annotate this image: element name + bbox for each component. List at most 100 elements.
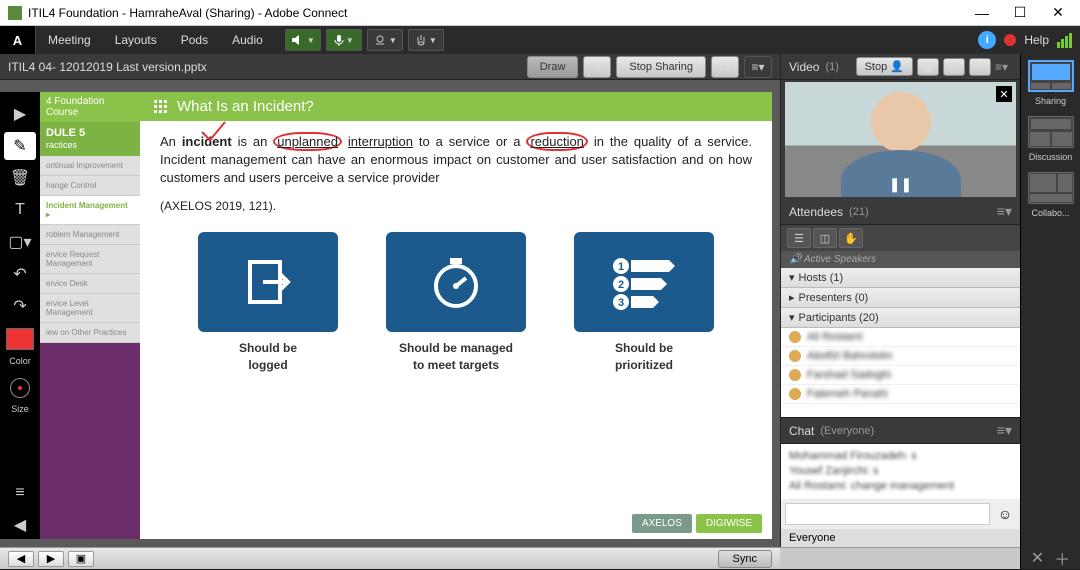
- chat-tab-everyone[interactable]: Everyone: [781, 529, 1020, 547]
- help-menu[interactable]: Help: [1024, 33, 1049, 47]
- color-label: Color: [9, 356, 31, 366]
- window-title: ITIL4 Foundation - HamraheAval (Sharing)…: [28, 6, 347, 20]
- layers-icon[interactable]: ≡: [4, 479, 36, 507]
- video-frame: ✕ ❚❚: [785, 82, 1016, 197]
- layout-collaboration[interactable]: [1028, 172, 1074, 204]
- participant-row[interactable]: Farshad Sadoghi: [781, 366, 1020, 385]
- layout-sharing[interactable]: [1028, 60, 1074, 92]
- app-icon: [8, 6, 22, 20]
- participants-section[interactable]: ▾ Participants (20): [781, 308, 1020, 328]
- module-item[interactable]: roblem Management: [40, 225, 140, 245]
- menu-pods[interactable]: Pods: [169, 33, 220, 47]
- next-slide-button[interactable]: ▶: [38, 551, 64, 567]
- course-badge: 4 Foundation Course: [40, 92, 140, 122]
- digiwise-badge: DIGIWISE: [696, 514, 762, 533]
- close-layout-icon[interactable]: ✕: [1031, 548, 1044, 568]
- minimize-button[interactable]: —: [968, 4, 996, 22]
- module-item[interactable]: iew on Other Practices: [40, 323, 140, 343]
- fullscreen-icon[interactable]: ⛶: [711, 56, 739, 78]
- attendee-view-icon[interactable]: ☰: [787, 228, 811, 248]
- axelos-badge: AXELOS: [632, 514, 692, 533]
- marker-tool[interactable]: ✎: [4, 132, 36, 160]
- participant-row[interactable]: Abolfzl Bahrololm: [781, 347, 1020, 366]
- participant-row[interactable]: Ali Rostami: [781, 328, 1020, 347]
- video-options-icon[interactable]: ≡▾: [995, 60, 1008, 74]
- chat-options-icon[interactable]: ≡▾: [997, 422, 1012, 439]
- speaker-icon[interactable]: ▼: [285, 29, 321, 51]
- text-tool[interactable]: T: [4, 196, 36, 224]
- fullscreen-video-icon[interactable]: ⛶: [969, 58, 991, 76]
- layout-discussion[interactable]: [1028, 116, 1074, 148]
- attendee-breakout-icon[interactable]: ◫: [813, 228, 837, 248]
- collapse-icon[interactable]: ◀: [4, 511, 36, 539]
- microphone-icon[interactable]: ▼: [326, 29, 362, 51]
- adobe-logo[interactable]: A: [0, 26, 36, 54]
- pointer-tool-icon[interactable]: ↖: [583, 56, 611, 78]
- chat-scope: (Everyone): [820, 425, 874, 437]
- emoji-icon[interactable]: ☺: [994, 503, 1016, 525]
- user-icon: [789, 350, 801, 362]
- shape-tool[interactable]: ▢▾: [4, 228, 36, 256]
- menu-meeting[interactable]: Meeting: [36, 33, 103, 47]
- slide-title-bar: What Is an Incident?: [140, 92, 772, 121]
- grid-view-icon[interactable]: ▦: [917, 58, 939, 76]
- connection-signal-icon: [1057, 33, 1072, 48]
- user-icon: [789, 369, 801, 381]
- pod-options-icon[interactable]: ≡▾: [744, 56, 772, 78]
- attendees-label: Attendees: [789, 205, 843, 219]
- undo-tool[interactable]: ↶: [4, 260, 36, 288]
- delete-tool[interactable]: 🗑: [4, 164, 36, 192]
- active-speakers: 🔊 Active Speakers: [781, 251, 1020, 268]
- maximize-button[interactable]: ☐: [1006, 4, 1034, 22]
- layout-sharing-label: Sharing: [1035, 96, 1066, 106]
- video-count: (1): [825, 61, 838, 73]
- layout-discussion-label: Discussion: [1029, 152, 1073, 162]
- attendee-status-icon[interactable]: ✋: [839, 228, 863, 248]
- draw-button[interactable]: Draw: [527, 56, 579, 78]
- webcam-icon[interactable]: ▼: [367, 29, 403, 51]
- slide-list-icon[interactable]: ▣: [68, 551, 94, 567]
- svg-text:3: 3: [618, 297, 624, 309]
- stop-video-button[interactable]: Stop 👤: [856, 57, 913, 76]
- module-item-active[interactable]: Incident Management ▸: [40, 196, 140, 225]
- pause-icon[interactable]: ❚❚: [889, 176, 912, 193]
- presenters-section[interactable]: ▸ Presenters (0): [781, 288, 1020, 308]
- close-video-button[interactable]: ✕: [996, 86, 1012, 102]
- presenter-video: [871, 92, 931, 152]
- record-icon[interactable]: [1004, 34, 1016, 46]
- stop-sharing-button[interactable]: Stop Sharing: [616, 56, 706, 78]
- module-item[interactable]: ervice Request Management: [40, 245, 140, 274]
- module-item[interactable]: ontinual Improvement: [40, 156, 140, 176]
- module-item[interactable]: ervice Desk: [40, 274, 140, 294]
- redo-tool[interactable]: ↷: [4, 292, 36, 320]
- info-icon[interactable]: i: [978, 31, 996, 49]
- menu-audio[interactable]: Audio: [220, 33, 275, 47]
- sync-button[interactable]: Sync: [718, 550, 772, 568]
- attendees-options-icon[interactable]: ≡▾: [997, 203, 1012, 220]
- hosts-section[interactable]: ▾ Hosts (1): [781, 268, 1020, 288]
- stopwatch-icon: [386, 232, 526, 332]
- raise-hand-icon[interactable]: ▼: [408, 29, 444, 51]
- module-item[interactable]: ervice Level Management: [40, 294, 140, 323]
- chat-input[interactable]: [785, 503, 990, 525]
- definition-text: An incident is an unplanned interruption…: [160, 133, 752, 188]
- module-title: DULE 5ractices: [40, 122, 140, 156]
- svg-text:2: 2: [618, 279, 624, 291]
- video-pod-label: Video: [789, 60, 819, 74]
- priority-icon: 1 2 3: [574, 232, 714, 332]
- module-item[interactable]: hange Control: [40, 176, 140, 196]
- prev-slide-button[interactable]: ◀: [8, 551, 34, 567]
- share-file-name: ITIL4 04- 12012019 Last version.pptx: [8, 60, 207, 74]
- close-button[interactable]: ✕: [1044, 4, 1072, 22]
- size-picker[interactable]: [10, 378, 30, 398]
- select-tool[interactable]: ▶: [4, 100, 36, 128]
- add-layout-icon[interactable]: ＋: [1054, 546, 1070, 570]
- svg-text:1: 1: [618, 261, 624, 273]
- filmstrip-icon[interactable]: ▤: [943, 58, 965, 76]
- participant-row[interactable]: Fatemeh Panahi: [781, 385, 1020, 404]
- color-swatch[interactable]: [6, 328, 34, 350]
- user-icon: [789, 388, 801, 400]
- menu-layouts[interactable]: Layouts: [103, 33, 169, 47]
- chat-messages: Mohammad Firouzadeh: s Yousef Zanjirchi:…: [781, 444, 1020, 499]
- card-managed: Should be managed to meet targets: [386, 232, 526, 374]
